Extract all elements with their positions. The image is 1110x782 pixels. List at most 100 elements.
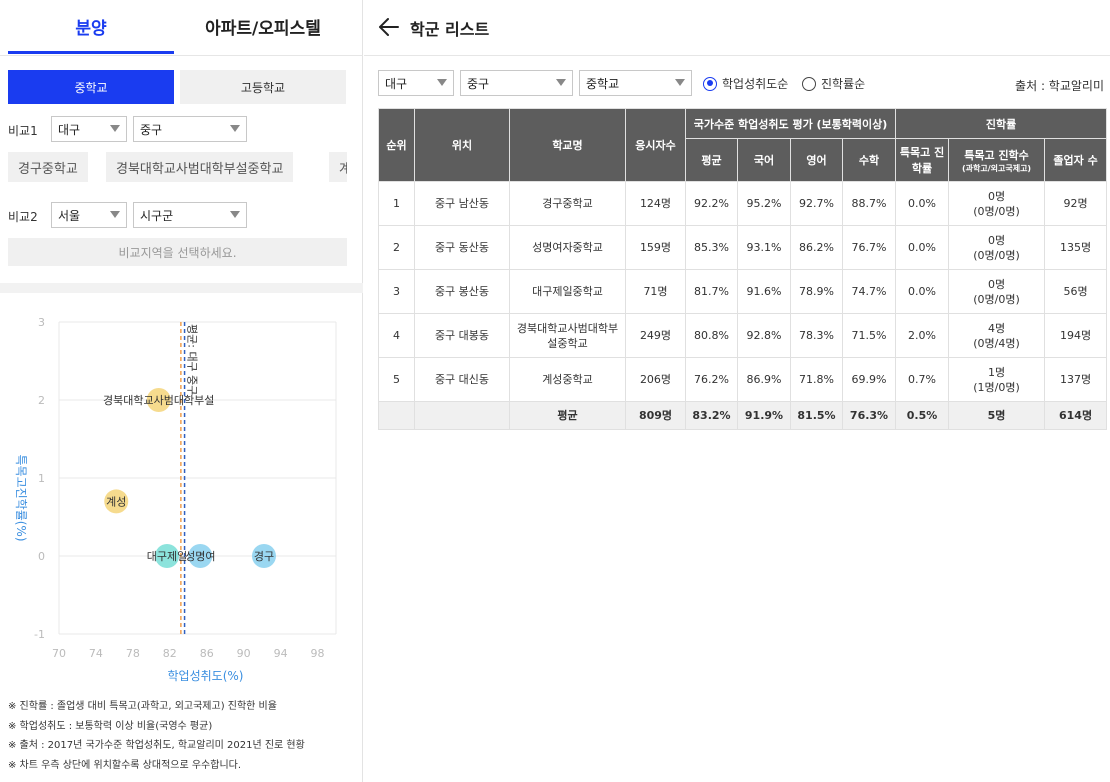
table-row[interactable]: 5 중구 대신동 계성중학교 206명 76.2% 86.9% 71.8% 69.9% 0.7%… — [378, 357, 1108, 402]
col-header-rank: 순위 — [378, 108, 415, 182]
back-arrow-icon[interactable] — [376, 14, 402, 40]
footnote: ※ 학업성취도 : 보통학력 이상 비율(국영수 평균) — [8, 720, 213, 732]
avg-cell-empty — [378, 401, 415, 430]
col-header-takers: 응시자수 — [625, 108, 686, 182]
cell-kor: 93.1% — [737, 225, 791, 270]
x-tick-label: 78 — [126, 647, 140, 660]
select-region-notice: 비교지역을 선택하세요. — [8, 238, 347, 266]
scatter-chart-svg: 3 2 1 0 -1 70 74 78 82 86 90 94 98 학업성취도(%) 특목고진학률(%) 평… — [14, 316, 337, 683]
cell-special-count-detail: (0명/0명) — [973, 292, 1020, 306]
filter-school-type-value: 중학교 — [586, 76, 620, 91]
cell-special-count-detail: (0명/4명) — [973, 336, 1020, 350]
avg-cell-label: 평균 — [509, 401, 626, 430]
cell-math: 76.7% — [841, 225, 897, 270]
cell-name: 경구중학교 — [509, 181, 626, 226]
col-header-special-rate: 특목고 진학률 — [895, 138, 950, 182]
cell-rank: 3 — [378, 269, 415, 314]
cell-sp_rate: 2.0% — [895, 313, 950, 358]
chevron-down-icon — [230, 125, 240, 132]
radio-sort-achievement[interactable]: 학업성취도순 — [703, 75, 788, 92]
y-tick-label: 0 — [38, 550, 45, 563]
average-line-label: 평균: 대구 중구 — [186, 324, 199, 395]
cell-takers: 71명 — [625, 269, 686, 314]
source-label: 출처 : 학교알리미 — [1015, 79, 1104, 93]
cell-kor: 86.9% — [737, 357, 791, 402]
avg-cell-takers: 809명 — [625, 401, 686, 430]
cell-eng: 78.9% — [790, 269, 843, 314]
segment-high-school[interactable]: 고등학교 — [180, 70, 346, 104]
data-point-label: 계성 — [106, 495, 126, 508]
avg-cell-sp_cnt: 5명 — [948, 401, 1046, 430]
cell-takers: 124명 — [625, 181, 686, 226]
cell-rank: 4 — [378, 313, 415, 358]
tab-sale[interactable]: 분양 — [8, 14, 174, 39]
cell-grads: 135명 — [1044, 225, 1108, 270]
compare2-city-value: 서울 — [58, 208, 81, 223]
cell-loc: 중구 남산동 — [414, 181, 510, 226]
x-tick-label: 70 — [52, 647, 66, 660]
cell-eng: 71.8% — [790, 357, 843, 402]
radio-checked-icon — [703, 76, 717, 91]
compare2-district-select[interactable]: 시구군 — [133, 202, 247, 228]
cell-avg: 92.2% — [685, 181, 738, 226]
col-header-average: 평균 — [685, 138, 738, 182]
x-tick-label: 98 — [311, 647, 325, 660]
x-axis-title: 학업성취도(%) — [168, 669, 244, 683]
cell-name: 계성중학교 — [509, 357, 626, 402]
filter-city-select[interactable]: 대구 — [378, 70, 454, 96]
school-chip[interactable]: 계 — [329, 152, 347, 182]
table-average-row: 평균 809명 83.2% 91.9% 81.5% 76.3% 0.5% 5명 614명 — [378, 401, 1108, 430]
cell-takers: 159명 — [625, 225, 686, 270]
radio-label: 진학률순 — [821, 77, 866, 91]
cell-eng: 78.3% — [790, 313, 843, 358]
chevron-down-icon — [675, 79, 685, 86]
compare1-district-value: 중구 — [140, 122, 163, 137]
cell-rank: 2 — [378, 225, 415, 270]
cell-special-count-total: 0명 — [987, 277, 1006, 291]
tab-active-underline — [8, 51, 174, 54]
cell-eng: 86.2% — [790, 225, 843, 270]
data-point-label: 경구 — [254, 550, 274, 563]
data-point-label: 경북대학교사범대학부설 — [103, 394, 214, 407]
cell-sp_rate: 0.0% — [895, 269, 950, 314]
radio-sort-admission[interactable]: 진학률순 — [802, 75, 865, 92]
filter-school-type-select[interactable]: 중학교 — [579, 70, 692, 96]
cell-special-count: 0명 (0명/0명) — [948, 225, 1046, 270]
compare1-district-select[interactable]: 중구 — [133, 116, 247, 142]
chevron-down-icon — [556, 79, 566, 86]
cell-special-count-detail: (0명/0명) — [973, 248, 1020, 262]
school-chip[interactable]: 경북대학교사범대학부설중학교 — [106, 152, 294, 182]
cell-rank: 5 — [378, 357, 415, 402]
table-row[interactable]: 4 중구 대봉동 경북대학교사범대학부설중학교 249명 80.8% 92.8% 78.3%… — [378, 313, 1108, 358]
col-header-korean: 국어 — [737, 138, 791, 182]
cell-takers: 206명 — [625, 357, 686, 402]
table-row[interactable]: 3 중구 봉산동 대구제일중학교 71명 81.7% 91.6% 78.9% 74.7% 0.0… — [378, 269, 1108, 314]
radio-unchecked-icon — [802, 76, 816, 91]
table-row[interactable]: 1 중구 남산동 경구중학교 124명 92.2% 95.2% 92.7% 88.7% 0.0%… — [378, 181, 1108, 226]
cell-special-count: 0명 (0명/0명) — [948, 269, 1046, 314]
tab-apartment[interactable]: 아파트/오피스텔 — [180, 14, 346, 39]
filter-district-select[interactable]: 중구 — [460, 70, 573, 96]
cell-math: 74.7% — [841, 269, 897, 314]
page-header: 학군 리스트 — [364, 0, 1110, 56]
cell-name: 대구제일중학교 — [509, 269, 626, 314]
cell-special-count-total: 0명 — [987, 189, 1006, 203]
radio-label: 학업성취도순 — [722, 77, 789, 91]
table-row[interactable]: 2 중구 동산동 성명여자중학교 159명 85.3% 93.1% 86.2% 76.7% 0.… — [378, 225, 1108, 270]
avg-cell-math: 76.3% — [841, 401, 897, 430]
chevron-down-icon — [110, 211, 120, 218]
cell-math: 88.7% — [841, 181, 897, 226]
cell-special-count-detail: (1명/0명) — [973, 380, 1020, 394]
cell-loc: 중구 대신동 — [414, 357, 510, 402]
cell-avg: 81.7% — [685, 269, 738, 314]
data-point-label: 성명여 — [185, 550, 215, 563]
school-chip[interactable]: 경구중학교 — [8, 152, 88, 182]
x-tick-label: 86 — [200, 647, 214, 660]
compare1-city-select[interactable]: 대구 — [51, 116, 127, 142]
compare2-city-select[interactable]: 서울 — [51, 202, 127, 228]
cell-avg: 85.3% — [685, 225, 738, 270]
cell-grads: 194명 — [1044, 313, 1108, 358]
col-header-special-count: 특목고 진학수 (과학고/외고국제고) — [948, 138, 1046, 182]
avg-cell-grads: 614명 — [1044, 401, 1108, 430]
segment-middle-school[interactable]: 중학교 — [8, 70, 174, 104]
